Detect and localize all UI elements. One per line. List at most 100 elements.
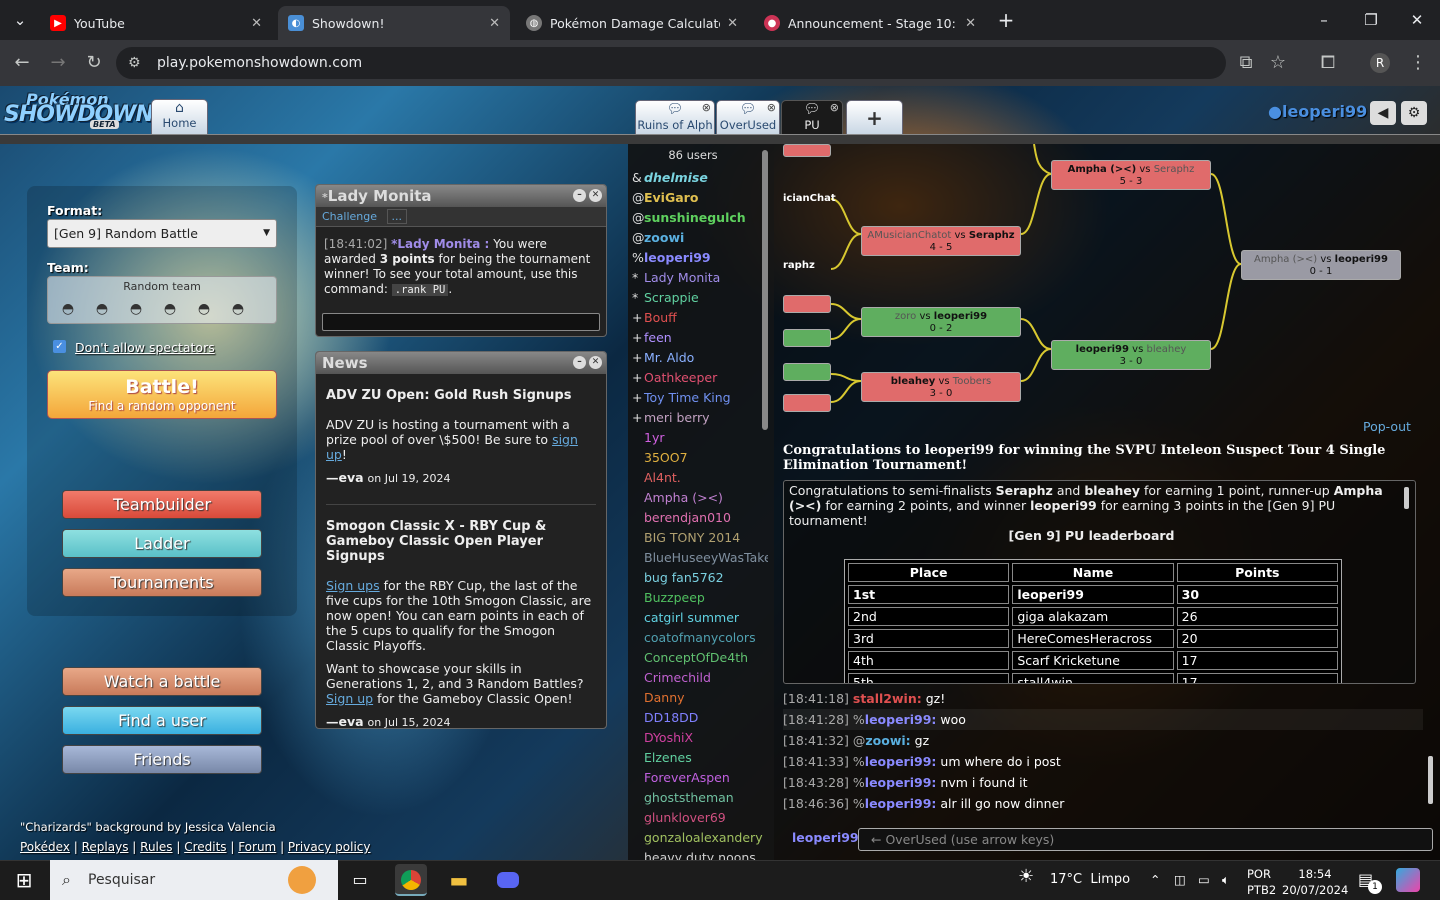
taskbar-search[interactable]: ⌕ Pesquisar	[50, 860, 338, 900]
chat-scrollbar[interactable]	[1428, 756, 1433, 804]
discord-icon[interactable]	[492, 864, 524, 896]
user-list-item[interactable]: + meri berry	[632, 408, 768, 428]
user-list-item[interactable]: coatofmanycolors	[632, 628, 768, 648]
pm-header[interactable]: *Lady Monita – ✕	[316, 185, 606, 207]
pm-more-button[interactable]: ...	[386, 209, 407, 224]
user-list-item[interactable]: berendjan010	[632, 508, 768, 528]
user-list-item[interactable]: Buzzpeep	[632, 588, 768, 608]
user-list-item[interactable]: %leoperi99	[632, 248, 768, 268]
user-list-item[interactable]: 35OO7	[632, 448, 768, 468]
chat-username[interactable]: leoperi99:	[865, 754, 937, 769]
find-user-button[interactable]: Find a user	[62, 706, 262, 735]
user-list-item[interactable]: + Mr. Aldo	[632, 348, 768, 368]
news-header[interactable]: News – ✕	[316, 352, 606, 374]
user-list-item[interactable]: + Bouff	[632, 308, 768, 328]
chat-username[interactable]: leoperi99:	[865, 775, 937, 790]
restore-icon[interactable]: ❐	[1359, 8, 1383, 32]
close-icon[interactable]: ✕	[589, 189, 602, 202]
close-icon[interactable]: ⊗	[702, 101, 711, 114]
forward-icon[interactable]: →	[46, 51, 70, 75]
minimize-icon[interactable]: –	[1312, 8, 1336, 32]
close-icon[interactable]: ✕	[251, 16, 262, 31]
tab-home[interactable]: ⌂ Home	[151, 99, 208, 135]
showdown-logo[interactable]: Pokémon SHOWDOWN BETA	[4, 90, 154, 130]
format-select[interactable]: [Gen 9] Random Battle ▼	[47, 219, 277, 248]
profile-avatar[interactable]: R	[1370, 53, 1390, 73]
footer-link-pokedex[interactable]: Pokédex	[20, 840, 70, 854]
minimize-icon[interactable]: –	[573, 356, 586, 369]
extensions-icon[interactable]: ⧠	[1316, 51, 1340, 75]
browser-tab-showdown[interactable]: ◐ Showdown! ✕	[278, 6, 510, 40]
chat-input[interactable]: ← OverUsed (use arrow keys)	[858, 828, 1433, 851]
signup-link[interactable]: Sign ups	[326, 578, 380, 593]
battle-button[interactable]: Battle! Find a random opponent	[47, 370, 277, 419]
file-explorer-icon[interactable]: ▬	[443, 864, 475, 896]
chat-username[interactable]: leoperi99:	[865, 712, 937, 727]
pm-input[interactable]	[322, 313, 600, 331]
user-list-item[interactable]: @EviGaro	[632, 188, 768, 208]
user-list-item[interactable]: & dhelmise	[632, 168, 768, 188]
user-list-item[interactable]: Elzenes	[632, 748, 768, 768]
user-list-item[interactable]: Al4nt.	[632, 468, 768, 488]
close-icon[interactable]: ✕	[589, 356, 602, 369]
footer-link-rules[interactable]: Rules	[140, 840, 172, 854]
user-list-item[interactable]: heavy duty noons	[632, 848, 768, 860]
windows-start-icon[interactable]: ⊞	[8, 864, 40, 896]
user-list-item[interactable]: DD18DD	[632, 708, 768, 728]
user-list-item[interactable]: glunklover69	[632, 808, 768, 828]
signup-link[interactable]: Sign up	[326, 691, 373, 706]
settings-gear-icon[interactable]: ⚙	[1401, 101, 1427, 125]
volume-icon[interactable]: 🔈︎	[1222, 872, 1230, 888]
close-icon[interactable]: ✕	[727, 16, 738, 31]
clock[interactable]: 18:54 20/07/2024	[1282, 866, 1348, 898]
browser-tab-youtube[interactable]: ▶ YouTube ✕	[40, 6, 272, 40]
close-icon[interactable]: ✕	[965, 16, 976, 31]
close-icon[interactable]: ⊗	[767, 101, 776, 114]
user-list-item[interactable]: Ampha (><)	[632, 488, 768, 508]
spectators-checkbox[interactable]: ✓	[53, 340, 66, 353]
user-list-item[interactable]: @zoowi	[632, 228, 768, 248]
challenge-button[interactable]: Challenge	[322, 210, 377, 223]
reload-icon[interactable]: ↻	[82, 51, 106, 75]
username-button[interactable]: ●leoperi99	[1268, 102, 1367, 121]
user-list-item[interactable]: 1yr	[632, 428, 768, 448]
spectators-label[interactable]: Don't allow spectators	[75, 340, 215, 355]
footer-link-privacy[interactable]: Privacy policy	[288, 840, 371, 854]
task-view-icon[interactable]: ▭	[344, 864, 376, 896]
notification-icon[interactable]: ▤ 1	[1358, 870, 1382, 894]
user-list-item[interactable]: DYoshiX	[632, 728, 768, 748]
user-list-item[interactable]: catgirl summer	[632, 608, 768, 628]
user-list-item[interactable]: * Scrappie	[632, 288, 768, 308]
user-list-item[interactable]: ConceptOfDe4th	[632, 648, 768, 668]
user-list-item[interactable]: + Toy Time King	[632, 388, 768, 408]
tab-overused[interactable]: 💬︎ OverUsed ⊗	[716, 100, 780, 135]
language-indicator[interactable]: POR PTB2	[1247, 866, 1276, 898]
close-icon[interactable]: ⊗	[830, 101, 839, 114]
site-info-icon[interactable]: ⚙	[128, 47, 141, 79]
leaderboard-scrollbar[interactable]	[1404, 487, 1409, 509]
new-room-button[interactable]: +	[846, 100, 903, 135]
tournaments-button[interactable]: Tournaments	[62, 568, 262, 597]
teambuilder-button[interactable]: Teambuilder	[62, 490, 262, 519]
address-bar[interactable]: ⚙ play.pokemonshowdown.com	[116, 47, 1226, 79]
weather[interactable]: 17°C Limpo	[1050, 872, 1130, 887]
close-icon[interactable]: ✕	[489, 16, 500, 31]
user-list-item[interactable]: Danny	[632, 688, 768, 708]
tab-search-icon[interactable]: ⌄	[8, 8, 32, 32]
user-list-item[interactable]: * Lady Monita	[632, 268, 768, 288]
user-list-item[interactable]: ForeverAspen	[632, 768, 768, 788]
chat-username[interactable]: stall2win:	[853, 691, 922, 706]
footer-link-replays[interactable]: Replays	[82, 840, 129, 854]
friends-button[interactable]: Friends	[62, 745, 262, 774]
user-list-item[interactable]: BlueHuseeyWasTaken	[632, 548, 768, 568]
copilot-icon[interactable]	[1396, 868, 1420, 892]
user-list-scrollbar[interactable]	[762, 150, 768, 430]
browser-tab-smogon[interactable]: ● Announcement - Stage 10: Vote ✕	[754, 6, 986, 40]
user-list-item[interactable]: + feen	[632, 328, 768, 348]
chrome-icon[interactable]	[395, 864, 427, 896]
footer-link-credits[interactable]: Credits	[184, 840, 226, 854]
meet-icon[interactable]: ◫	[1174, 872, 1186, 887]
user-list-item[interactable]: gonzaloalexandery	[632, 828, 768, 848]
user-list-item[interactable]: BIG TONY 2014	[632, 528, 768, 548]
chat-username[interactable]: zoowi:	[865, 733, 910, 748]
